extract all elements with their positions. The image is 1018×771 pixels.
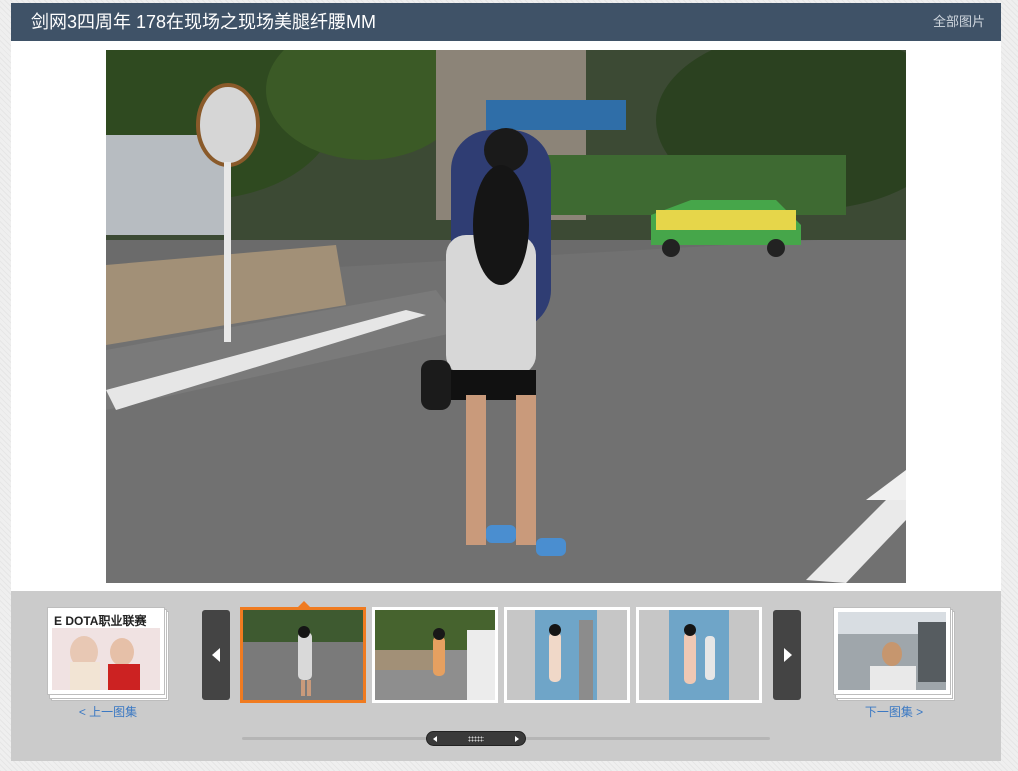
thumbnails-prev-button[interactable] (202, 610, 230, 700)
grip-icon (468, 736, 484, 742)
prev-album-link[interactable]: < 上一图集 (47, 703, 169, 720)
thumbnail-2-image (375, 610, 495, 700)
thumbnail-4-image (639, 610, 759, 700)
prev-album-cover: E DOTA职业联赛 (47, 607, 165, 695)
gallery-title: 剑网3四周年 178在现场之现场美腿纤腰MM (31, 12, 377, 32)
thumbnail-3[interactable] (504, 607, 630, 703)
thumbnail-3-image (507, 610, 627, 700)
gallery-frame: 剑网3四周年 178在现场之现场美腿纤腰MM 全部图片 E DOTA职业联赛 <… (11, 3, 1001, 761)
all-photos-link[interactable]: 全部图片 (933, 14, 985, 30)
caret-left-icon (433, 736, 437, 742)
next-album-cover (833, 607, 951, 695)
thumbnails-next-button[interactable] (773, 610, 801, 700)
next-album-image (838, 612, 946, 690)
thumbnail-1[interactable] (240, 607, 366, 703)
next-album-link[interactable]: 下一图集 > (833, 703, 955, 720)
caret-right-icon (515, 736, 519, 742)
thumbnail-2[interactable] (372, 607, 498, 703)
scroll-handle[interactable] (426, 731, 526, 746)
gallery-header: 剑网3四周年 178在现场之现场美腿纤腰MM 全部图片 (11, 3, 1001, 41)
main-photo[interactable] (106, 50, 906, 583)
thumbnail-1-image (243, 610, 363, 700)
prev-album-banner: E DOTA职业联赛 (54, 613, 147, 628)
prev-album-card[interactable]: E DOTA职业联赛 (47, 607, 169, 702)
thumbnail-strip: E DOTA职业联赛 < 上一图集 下一图集 > (11, 591, 1001, 761)
chevron-right-icon (784, 648, 792, 662)
chevron-left-icon (212, 648, 220, 662)
thumbnail-4[interactable] (636, 607, 762, 703)
next-album-card[interactable] (833, 607, 955, 702)
main-photo-image (106, 50, 906, 583)
prev-album-image: E DOTA职业联赛 (52, 612, 160, 690)
